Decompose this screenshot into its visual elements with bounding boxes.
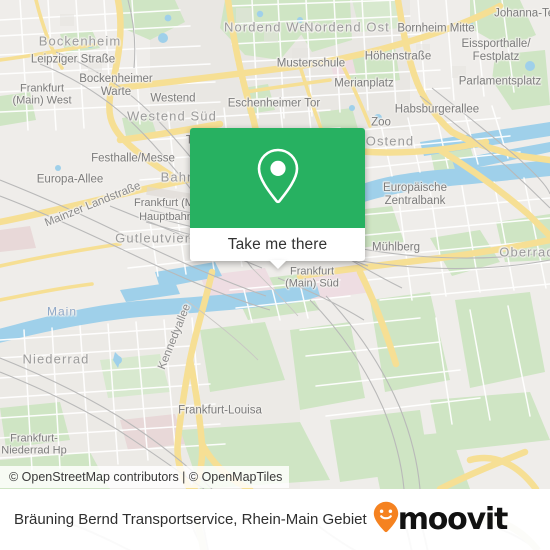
take-me-there-label: Take me there (227, 235, 328, 253)
take-me-there-card[interactable]: Take me there (190, 128, 365, 269)
moovit-wordmark: moovit (397, 501, 509, 537)
moovit-logo[interactable]: moovit (373, 501, 509, 538)
moovit-map-page: .grn { fill:#cfe5c4; } .grn2 { fill:#d8e… (0, 0, 550, 550)
map-pin-icon (255, 147, 301, 210)
card-footer[interactable]: Take me there (190, 228, 365, 261)
moovit-smiley-pin-icon (373, 501, 399, 538)
page-footer: Bräuning Bernd Transportservice, Rhein-M… (0, 489, 550, 550)
card-header (190, 128, 365, 228)
map-attribution[interactable]: © OpenStreetMap contributors | © OpenMap… (0, 466, 290, 488)
map-canvas[interactable]: .grn { fill:#cfe5c4; } .grn2 { fill:#d8e… (0, 0, 550, 489)
card-pointer-tail (269, 260, 287, 269)
place-title: Bräuning Bernd Transportservice, Rhein-M… (14, 511, 367, 528)
